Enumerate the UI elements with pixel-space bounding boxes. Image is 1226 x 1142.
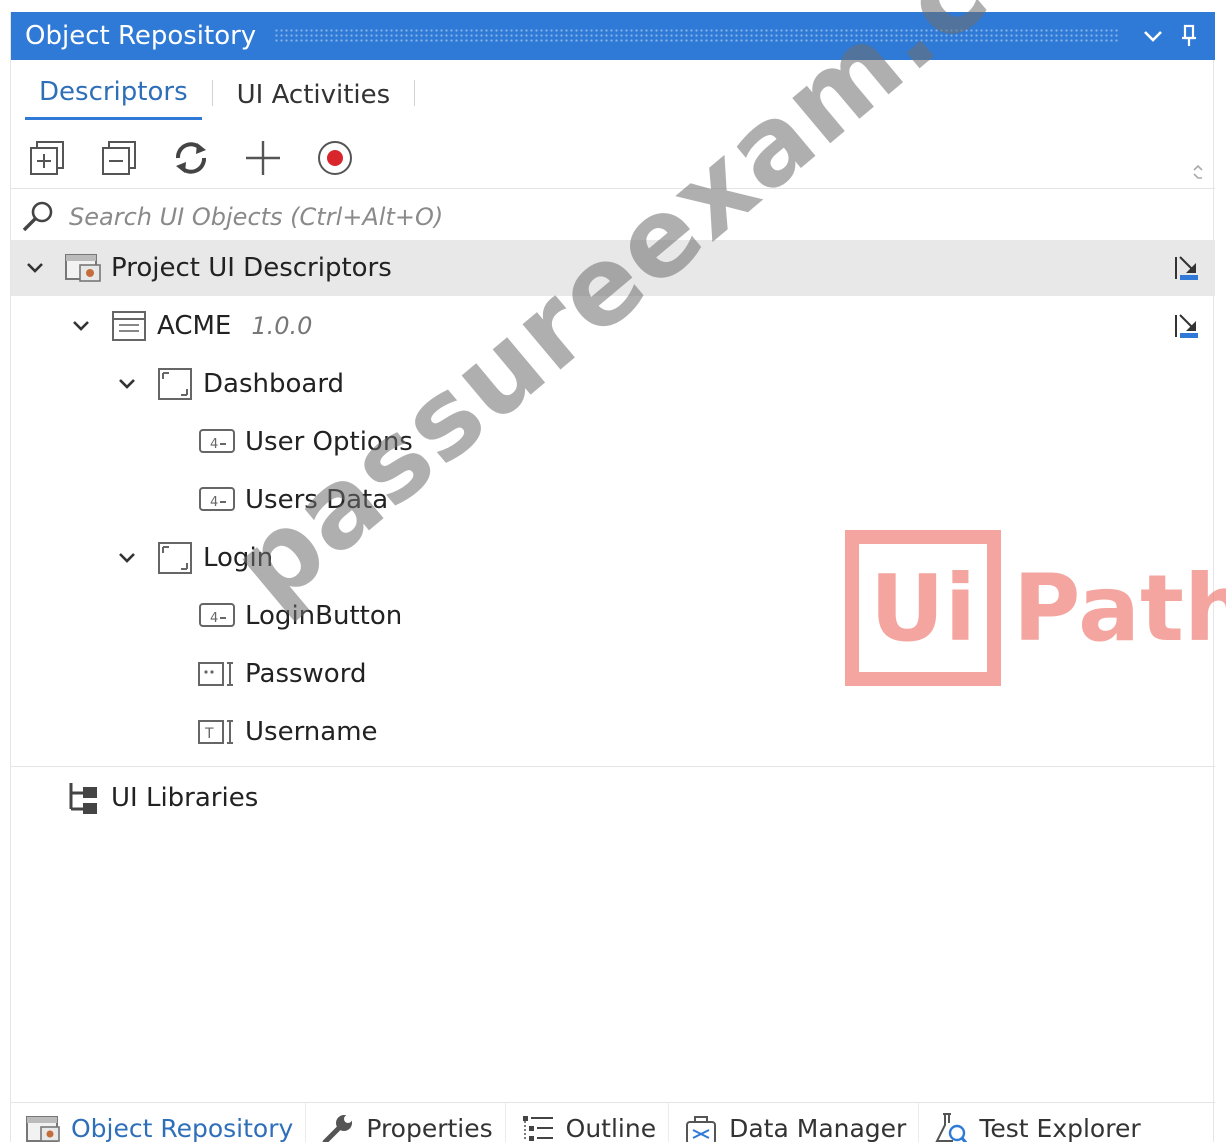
add-icon	[246, 141, 280, 175]
refresh-button[interactable]	[171, 136, 243, 180]
bottom-tab-test-explorer[interactable]: Test Explorer	[919, 1103, 1152, 1142]
object-repository-icon	[23, 1109, 63, 1142]
record-icon	[318, 141, 352, 175]
bottom-tab-label: Outline	[565, 1114, 657, 1142]
search-input[interactable]	[61, 203, 961, 231]
app-version: 1.0.0	[251, 312, 313, 340]
button-element-icon: 4	[197, 596, 237, 636]
tree-node-loginbutton[interactable]: 4 LoginButton	[11, 588, 1215, 644]
tree-node-label: LoginButton	[245, 601, 403, 631]
bottom-tab-label: Test Explorer	[979, 1114, 1141, 1142]
import-icon	[1175, 256, 1198, 280]
bottom-tab-label: Data Manager	[729, 1114, 907, 1142]
bottom-tab-label: Properties	[366, 1114, 493, 1142]
expand-all-icon	[30, 141, 64, 175]
record-button[interactable]	[315, 136, 387, 180]
svg-text:4: 4	[210, 611, 218, 626]
chevron-down-icon[interactable]	[113, 544, 141, 572]
screen-icon	[155, 538, 195, 578]
tree-node-label: Users Data	[245, 485, 389, 515]
import-icon	[1175, 314, 1198, 338]
tab-separator	[211, 80, 213, 106]
tree-node-project-ui-descriptors[interactable]: Project UI Descriptors	[11, 240, 1215, 296]
tree-node-ui-libraries[interactable]: UI Libraries	[11, 770, 1215, 826]
tree-node-label: Project UI Descriptors	[111, 253, 392, 283]
tree-node-label: Username	[245, 717, 378, 747]
toolbar-divider	[11, 188, 1215, 189]
password-field-icon	[197, 654, 237, 694]
tree-node-login[interactable]: Login	[11, 530, 1215, 586]
bottom-panel-tabs: Object Repository Properties Outline Dat…	[11, 1102, 1215, 1142]
library-icon	[63, 778, 103, 818]
chevron-down-icon	[1144, 31, 1162, 42]
button-element-icon: 4	[197, 422, 237, 462]
tree-node-username[interactable]: T Username	[11, 704, 1215, 760]
outline-icon	[518, 1109, 558, 1142]
tree-node-label: UI Libraries	[111, 783, 259, 813]
tree-node-label: ACME	[157, 311, 232, 341]
search-bar	[11, 192, 1215, 242]
svg-text:4: 4	[210, 437, 218, 452]
tab-descriptors[interactable]: Descriptors	[25, 77, 202, 120]
tree-node-user-options[interactable]: 4 User Options	[11, 414, 1215, 470]
chevron-down-icon[interactable]	[21, 254, 49, 282]
import-app-button[interactable]	[1169, 308, 1205, 344]
svg-text:4: 4	[210, 495, 218, 510]
pin-button[interactable]	[1171, 16, 1207, 56]
button-element-icon: 4	[197, 480, 237, 520]
repository-toolbar	[27, 136, 387, 180]
import-descriptors-button[interactable]	[1169, 250, 1205, 286]
bottom-tab-object-repository[interactable]: Object Repository	[11, 1102, 307, 1142]
panel-title-bar[interactable]: Object Repository	[11, 12, 1215, 60]
text-field-icon: T	[197, 712, 237, 752]
test-explorer-icon	[931, 1109, 971, 1142]
application-icon	[109, 306, 149, 346]
chevron-down-icon[interactable]	[67, 312, 95, 340]
panel-title: Object Repository	[25, 21, 257, 51]
tree-node-label: Dashboard	[203, 369, 345, 399]
pin-icon	[1182, 24, 1196, 46]
tree-node-label: Password	[245, 659, 367, 689]
bottom-tab-data-manager[interactable]: Data Manager	[669, 1102, 920, 1142]
collapse-all-icon	[102, 141, 136, 175]
tree-node-users-data[interactable]: 4 Users Data	[11, 472, 1215, 528]
scroll-chevron[interactable]	[1191, 162, 1205, 182]
panel-dropdown-button[interactable]	[1135, 16, 1171, 56]
tree-divider	[11, 766, 1215, 767]
tab-separator	[414, 80, 416, 106]
collapse-all-button[interactable]	[99, 136, 171, 180]
search-icon	[15, 199, 61, 235]
project-descriptors-icon	[63, 248, 103, 288]
chevron-down-icon[interactable]	[113, 370, 141, 398]
chevron-updown-icon	[1193, 164, 1203, 179]
expand-all-button[interactable]	[27, 136, 99, 180]
title-bar-grip	[274, 28, 1119, 44]
tree-node-password[interactable]: Password	[11, 646, 1215, 702]
tab-ui-activities[interactable]: UI Activities	[223, 80, 405, 120]
repository-tabs: Descriptors UI Activities	[11, 66, 425, 120]
bottom-tab-outline[interactable]: Outline	[506, 1102, 670, 1142]
refresh-icon	[176, 142, 206, 174]
bottom-tab-properties[interactable]: Properties	[306, 1102, 506, 1142]
wrench-icon	[318, 1109, 358, 1142]
bottom-tab-label: Object Repository	[71, 1114, 294, 1142]
screen-icon	[155, 364, 195, 404]
tree-node-label: Login	[203, 543, 274, 573]
data-manager-icon	[681, 1109, 721, 1142]
tree-node-acme[interactable]: ACME 1.0.0	[11, 298, 1215, 354]
svg-text:T: T	[204, 726, 214, 742]
object-repository-panel: Object Repository Descriptors UI Activit…	[10, 12, 1215, 1142]
tree-node-dashboard[interactable]: Dashboard	[11, 356, 1215, 412]
tree-node-label: User Options	[245, 427, 413, 457]
add-button[interactable]	[243, 136, 315, 180]
